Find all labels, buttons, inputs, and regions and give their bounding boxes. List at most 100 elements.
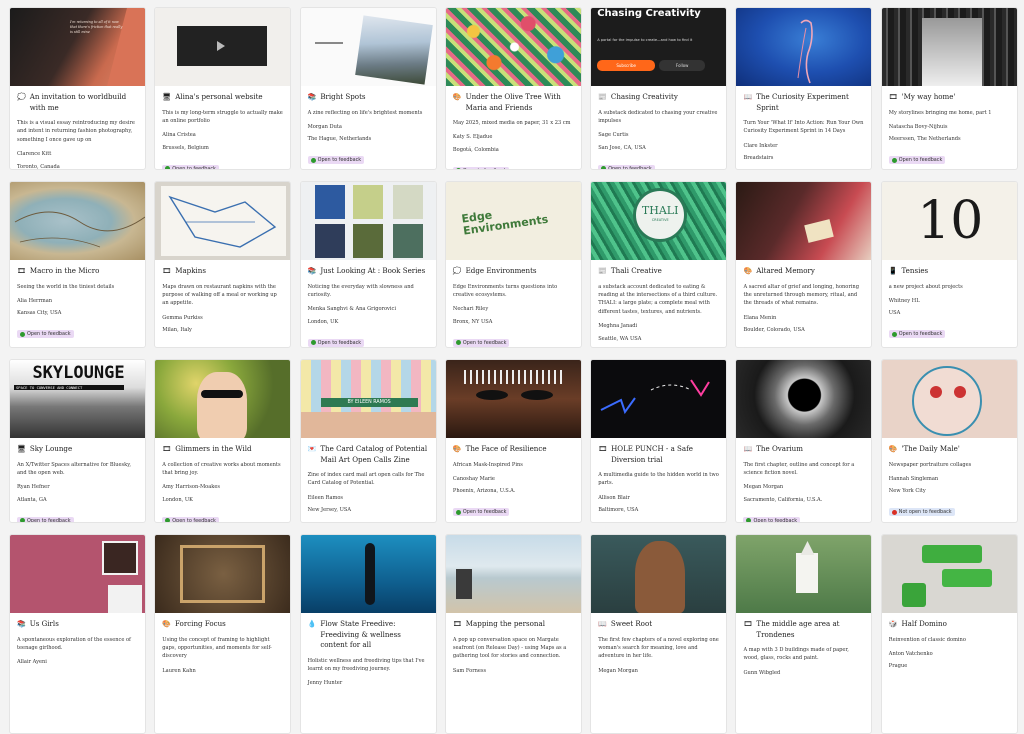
project-thumbnail[interactable] <box>155 182 291 260</box>
project-title[interactable]: Mapping the personal <box>466 619 545 630</box>
project-grid: I'm returning to all of it now that ther… <box>9 7 1018 734</box>
project-card[interactable]: 🎞 Glimmers in the Wild A collection of c… <box>154 359 292 523</box>
project-card[interactable]: 📚 Bright Spots A zine reflecting on life… <box>299 7 437 170</box>
project-title[interactable]: HOLE PUNCH - a Safe Diversion trial <box>611 444 719 465</box>
project-card[interactable]: 📚 Us Girls A spontaneous exploration of … <box>9 534 146 734</box>
project-card[interactable]: 🎞 The middle age area at Trondenes A map… <box>735 534 873 734</box>
project-card[interactable]: 🎨 Under the Olive Tree With Maria and Fr… <box>444 7 582 170</box>
project-card[interactable]: 🎨 The Face of Resilience African Mask-In… <box>444 359 582 523</box>
project-card[interactable]: 📖 Sweet Root The first few chapters of a… <box>590 534 728 734</box>
project-title[interactable]: 'The Daily Male' <box>902 444 960 455</box>
project-card[interactable]: 🎨 Forcing Focus Using the concept of fra… <box>154 534 292 734</box>
project-card[interactable]: I'm returning to all of it now that ther… <box>9 7 146 170</box>
project-thumbnail[interactable] <box>736 535 872 613</box>
project-thumbnail[interactable] <box>591 360 727 438</box>
project-thumbnail[interactable] <box>445 360 581 438</box>
project-card[interactable]: 🎨 'The Daily Male' Newspaper portraiture… <box>880 359 1018 523</box>
project-card[interactable]: SKYLOUNGE SPACE TO CONVERSE AND CONNECT 🖥… <box>9 359 146 523</box>
project-title[interactable]: The middle age area at Trondenes <box>756 619 864 640</box>
project-thumbnail[interactable]: BY EILEEN RAMOS <box>300 360 436 438</box>
project-thumbnail[interactable] <box>445 8 581 86</box>
thumb-text: Follow <box>675 63 689 68</box>
project-card[interactable]: 🎞 'My way home' My storylines bringing m… <box>880 7 1018 170</box>
project-title[interactable]: Bright Spots <box>320 92 365 103</box>
project-card[interactable]: 💧 Flow State Freedive: Freediving & well… <box>299 534 437 734</box>
project-thumbnail[interactable] <box>10 535 145 613</box>
project-title[interactable]: Altared Memory <box>756 266 815 277</box>
project-thumbnail[interactable] <box>300 535 436 613</box>
project-thumbnail[interactable] <box>155 535 291 613</box>
project-card[interactable]: 🎞 Macro in the Micro Seeing the world in… <box>9 181 146 348</box>
thumb-text: CREATIVE <box>651 218 669 222</box>
project-title[interactable]: Alina's personal website <box>175 92 262 103</box>
meta-author: Eileen Ramos <box>307 494 343 501</box>
project-card[interactable]: Chasing Creativity A portal for the impul… <box>590 7 728 170</box>
project-card[interactable]: 🖥 Alina's personal website This is my lo… <box>154 7 292 170</box>
project-title[interactable]: An invitation to worldbuild with me <box>30 92 138 113</box>
project-thumbnail[interactable]: THALI CREATIVE <box>591 182 727 260</box>
project-card[interactable]: 📚 Just Looking At : Book Series Noticing… <box>299 181 437 348</box>
project-card[interactable]: 🎞 Mapkins Maps drawn on restaurant napki… <box>154 181 292 348</box>
project-title[interactable]: Glimmers in the Wild <box>175 444 251 455</box>
project-title[interactable]: Forcing Focus <box>175 619 226 630</box>
project-thumbnail[interactable] <box>736 182 872 260</box>
project-description: Reinvention of classic domino <box>888 636 966 643</box>
project-card[interactable]: THALI CREATIVE 📰 Thali Creative a substac… <box>590 181 728 348</box>
project-title[interactable]: Us Girls <box>30 619 59 630</box>
project-card[interactable]: 🎨 Altared Memory A sacred altar of grief… <box>735 181 873 348</box>
project-card[interactable]: Edge Environments 💭 Edge Environments Ed… <box>444 181 582 348</box>
project-title[interactable]: Thali Creative <box>611 266 662 277</box>
project-thumbnail[interactable] <box>155 360 291 438</box>
project-thumbnail[interactable] <box>445 535 581 613</box>
project-thumbnail[interactable] <box>155 8 291 86</box>
project-title[interactable]: The Curiosity Experiment Sprint <box>756 92 864 113</box>
project-title[interactable]: Sweet Root <box>611 619 652 630</box>
project-thumbnail[interactable]: SKYLOUNGE SPACE TO CONVERSE AND CONNECT <box>10 360 145 438</box>
screen-icon: 🎞 <box>162 267 172 275</box>
project-title[interactable]: Macro in the Micro <box>30 266 100 277</box>
project-card[interactable]: 🎞 HOLE PUNCH - a Safe Diversion trial A … <box>590 359 728 523</box>
project-thumbnail[interactable] <box>300 8 436 86</box>
project-thumbnail[interactable] <box>300 182 436 260</box>
project-title[interactable]: The Face of Resilience <box>466 444 547 455</box>
project-thumbnail[interactable] <box>881 360 1017 438</box>
project-title[interactable]: Just Looking At : Book Series <box>320 266 425 277</box>
project-title[interactable]: Edge Environments <box>466 266 537 277</box>
project-thumbnail[interactable] <box>881 535 1017 613</box>
feedback-badge: Open to feedback <box>162 347 219 348</box>
feedback-badge: Not open to feedback <box>888 508 955 517</box>
project-title[interactable]: Under the Olive Tree With Maria and Frie… <box>466 92 574 113</box>
project-title[interactable]: 'My way home' <box>902 92 956 103</box>
project-thumbnail[interactable]: I'm returning to all of it now that ther… <box>10 8 145 86</box>
project-thumbnail[interactable] <box>10 182 145 260</box>
project-thumbnail[interactable] <box>591 535 727 613</box>
project-thumbnail[interactable] <box>736 360 872 438</box>
project-thumbnail[interactable] <box>881 8 1017 86</box>
project-title[interactable]: The Card Catalog of Potential Mail Art O… <box>320 444 428 465</box>
project-card[interactable]: 10 📱 Tensies a new project about project… <box>880 181 1018 348</box>
meta-location: Meerssen, The Netherlands <box>888 136 961 143</box>
project-description: a new project about projects <box>888 283 963 290</box>
project-title[interactable]: The Ovarium <box>756 444 803 455</box>
status-dot-icon <box>165 166 171 169</box>
project-title[interactable]: Flow State Freedive: Freediving & wellne… <box>320 619 428 651</box>
meta-location: London, UK <box>162 496 193 503</box>
project-title[interactable]: Half Domino <box>902 619 947 630</box>
project-description: A sacred altar of grief and longing, hon… <box>743 283 859 307</box>
project-title[interactable]: Mapkins <box>175 266 206 277</box>
project-card[interactable]: 📖 The Ovarium The first chapter, outline… <box>735 359 873 523</box>
project-card[interactable]: BY EILEEN RAMOS 💌 The Card Catalog of Po… <box>299 359 437 523</box>
project-thumbnail[interactable]: Chasing Creativity A portal for the impul… <box>591 8 727 86</box>
project-card[interactable]: 🎞 Mapping the personal A pop up conversa… <box>444 534 582 734</box>
project-title[interactable]: Chasing Creativity <box>611 92 678 103</box>
project-card[interactable]: 🎲 Half Domino Reinvention of classic dom… <box>880 534 1018 734</box>
project-thumbnail[interactable]: Edge Environments <box>445 182 581 260</box>
meta-author: Hannah Singleman <box>888 475 939 482</box>
project-thumbnail[interactable] <box>736 8 872 86</box>
badge-label: Open to feedback <box>172 165 216 170</box>
project-thumbnail[interactable]: 10 <box>881 182 1017 260</box>
thumb-text: SKYLOUNGE <box>32 363 125 383</box>
project-card[interactable]: 📖 The Curiosity Experiment Sprint Turn Y… <box>735 7 873 170</box>
project-title[interactable]: Tensies <box>902 266 929 277</box>
project-title[interactable]: Sky Lounge <box>30 444 72 455</box>
